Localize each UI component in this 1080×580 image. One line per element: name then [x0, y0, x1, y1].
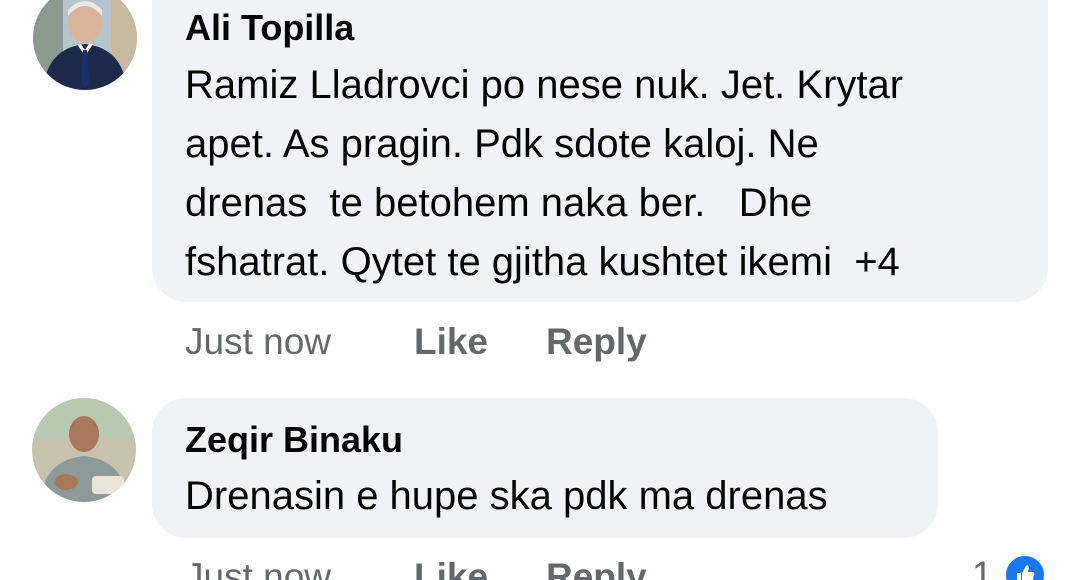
like-button[interactable]: Like [414, 320, 488, 364]
profile-photo [33, 0, 137, 90]
comment-author[interactable]: Ali Topilla [185, 8, 354, 48]
comment-author[interactable]: Zeqir Binaku [185, 420, 403, 460]
comment-text: Ramiz Lladrovci po nese nuk. Jet. Krytar… [185, 56, 903, 292]
comment-line: fshatrat. Qytet te gjitha kushtet ikemi [185, 240, 855, 284]
reply-button[interactable]: Reply [546, 320, 647, 364]
like-button[interactable]: Like [414, 555, 488, 580]
comment-line: Drenasin e hupe ska pdk ma drenas [185, 474, 828, 518]
avatar[interactable] [32, 398, 136, 502]
thumbs-up-icon[interactable] [1003, 553, 1047, 580]
reaction-count[interactable]: 1 [972, 553, 993, 580]
comment-line: apet. As pragin. Pdk sdote kaloj. Ne [185, 122, 819, 166]
reply-button[interactable]: Reply [546, 555, 647, 580]
comment-text: Drenasin e hupe ska pdk ma drenas [185, 467, 828, 526]
see-more-link[interactable]: +4 [854, 240, 900, 284]
comment-line: drenas te betohem naka ber. Dhe [185, 181, 813, 225]
comment-line: Ramiz Lladrovci po nese nuk. Jet. Krytar [185, 63, 904, 107]
avatar[interactable] [33, 0, 137, 90]
profile-photo [32, 398, 136, 502]
comments-thread: Ali Topilla Ramiz Lladrovci po nese nuk.… [0, 0, 1080, 580]
timestamp[interactable]: Just now [185, 320, 331, 364]
timestamp[interactable]: Just now [185, 555, 331, 580]
